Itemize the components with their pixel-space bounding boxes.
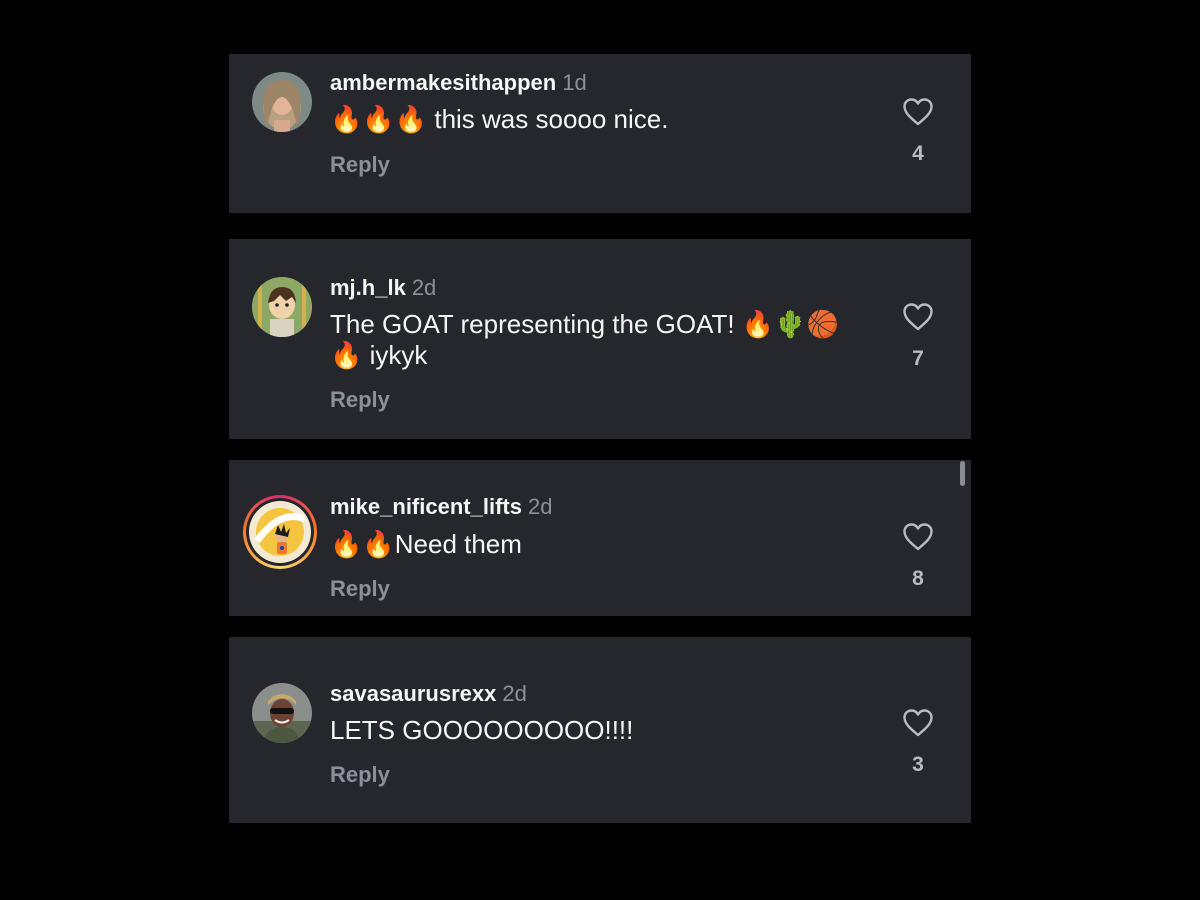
cartoon-avatar-icon xyxy=(252,277,312,337)
avatar[interactable] xyxy=(252,72,312,132)
profile-photo-icon xyxy=(252,72,312,132)
comment-text: 🔥🔥🔥 this was soooo nice. xyxy=(330,104,669,134)
timestamp: 2d xyxy=(527,494,553,519)
like-control: 7 xyxy=(899,302,937,371)
username[interactable]: mj.h_lk xyxy=(330,275,406,300)
profile-photo-icon xyxy=(252,683,312,743)
comment-card: savasaurusrexx 2d LETS GOOOOOOOOO!!!! Rep… xyxy=(229,637,971,823)
comment-meta: mj.h_lk 2d xyxy=(330,275,436,301)
story-ring-avatar[interactable] xyxy=(243,495,317,569)
username[interactable]: ambermakesithappen xyxy=(330,70,556,95)
like-count: 8 xyxy=(912,567,924,590)
comment-card: mj.h_lk 2d The GOAT representing the GOAT… xyxy=(229,239,971,439)
like-count: 7 xyxy=(912,347,924,370)
heart-icon[interactable] xyxy=(902,97,934,127)
reply-button[interactable]: Reply xyxy=(330,576,390,602)
like-control: 8 xyxy=(899,522,937,591)
heart-icon[interactable] xyxy=(902,708,934,738)
comment-meta: mike_nificent_lifts 2d xyxy=(330,494,552,520)
comment-card: mike_nificent_lifts 2d 🔥🔥Need them Reply … xyxy=(229,460,971,616)
timestamp: 1d xyxy=(562,70,587,95)
reply-button[interactable]: Reply xyxy=(330,762,390,788)
anime-character-avatar-icon xyxy=(249,501,311,563)
heart-icon[interactable] xyxy=(902,522,934,552)
heart-icon[interactable] xyxy=(902,302,934,332)
like-count: 3 xyxy=(912,753,924,776)
username[interactable]: mike_nificent_lifts xyxy=(330,494,522,519)
avatar[interactable] xyxy=(252,277,312,337)
username[interactable]: savasaurusrexx xyxy=(330,681,496,706)
comment-text: The GOAT representing the GOAT! 🔥🌵🏀🔥 iyk… xyxy=(330,309,839,370)
timestamp: 2d xyxy=(502,681,527,706)
comment-text: LETS GOOOOOOOOO!!!! xyxy=(330,715,634,745)
comment-meta: ambermakesithappen 1d xyxy=(330,70,587,96)
comment-meta: savasaurusrexx 2d xyxy=(330,681,527,707)
timestamp: 2d xyxy=(411,275,437,300)
comment-card: ambermakesithappen 1d 🔥🔥🔥 this was soooo … xyxy=(229,54,971,213)
reply-button[interactable]: Reply xyxy=(330,152,390,178)
like-control: 3 xyxy=(899,708,937,777)
reply-button[interactable]: Reply xyxy=(330,387,390,413)
like-count: 4 xyxy=(912,142,924,165)
like-control: 4 xyxy=(899,97,937,166)
comment-text: 🔥🔥Need them xyxy=(330,529,522,559)
avatar[interactable] xyxy=(252,683,312,743)
scrollbar-thumb[interactable] xyxy=(960,461,965,486)
